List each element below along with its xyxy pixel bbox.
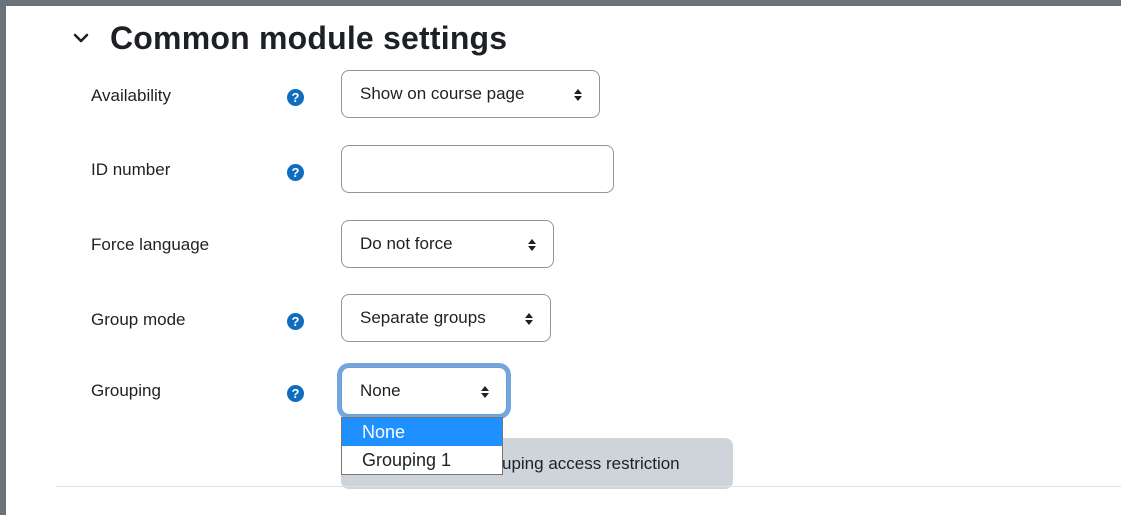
availability-help-icon[interactable]: ? (287, 89, 304, 106)
section-header-toggle[interactable]: Common module settings (70, 14, 507, 62)
grouping-select[interactable]: None (341, 367, 507, 415)
section-title: Common module settings (110, 19, 508, 56)
section-bottom-divider (56, 486, 1121, 487)
window-frame-left (0, 0, 6, 515)
grouping-option-grouping-1[interactable]: Grouping 1 (342, 446, 502, 474)
restriction-button-label: uping access restriction (502, 453, 680, 473)
group-mode-label: Group mode (91, 310, 186, 329)
grouping-label: Grouping (91, 381, 161, 400)
availability-select-value: Show on course page (360, 84, 525, 103)
group-mode-help-icon[interactable]: ? (287, 313, 304, 330)
group-mode-select[interactable]: Separate groups (341, 294, 551, 342)
force-language-select-value: Do not force (360, 234, 453, 253)
availability-select[interactable]: Show on course page (341, 70, 600, 118)
select-caret-icon (480, 384, 490, 398)
grouping-option-none[interactable]: None (342, 418, 502, 446)
group-mode-select-value: Separate groups (360, 308, 486, 327)
id-number-label: ID number (91, 160, 171, 179)
grouping-dropdown-list: None Grouping 1 (341, 417, 503, 475)
id-number-help-icon[interactable]: ? (287, 164, 304, 181)
select-caret-icon (573, 87, 583, 101)
grouping-help-icon[interactable]: ? (287, 385, 304, 402)
availability-label: Availability (91, 86, 172, 105)
grouping-select-value: None (360, 381, 401, 400)
window-frame-top (0, 0, 1121, 6)
select-caret-icon (524, 311, 534, 325)
id-number-input[interactable] (341, 145, 614, 193)
chevron-down-icon (70, 27, 92, 49)
select-caret-icon (527, 237, 537, 251)
force-language-select[interactable]: Do not force (341, 220, 554, 268)
force-language-label: Force language (91, 235, 210, 254)
